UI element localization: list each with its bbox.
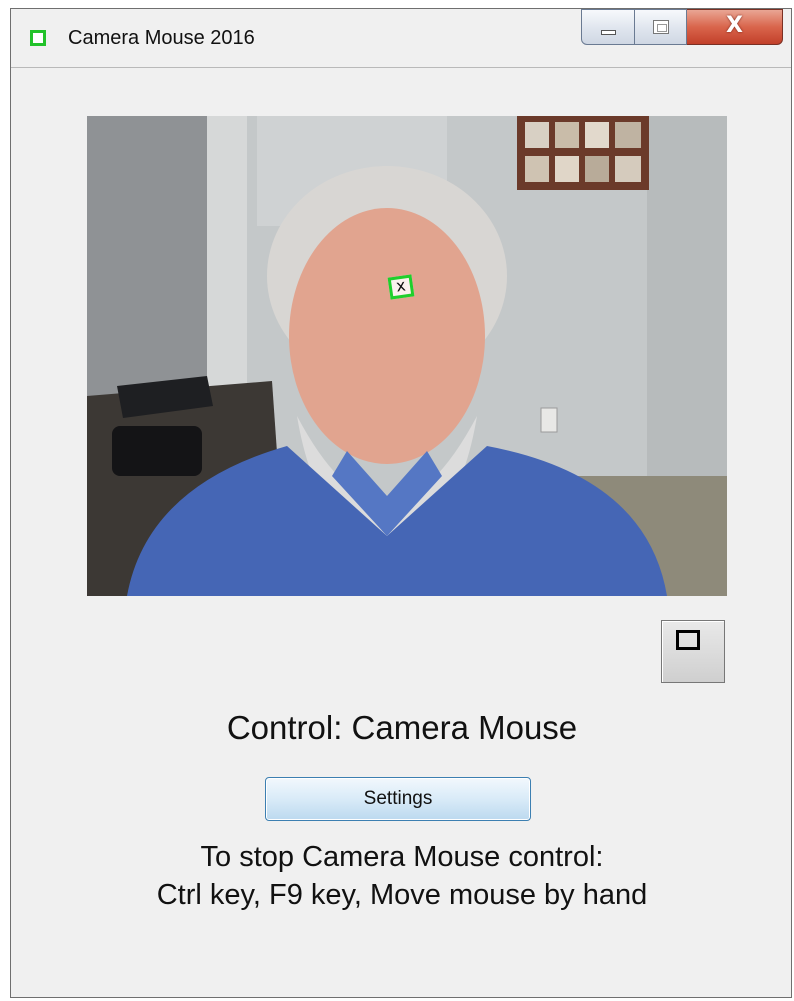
minimize-icon [601,30,616,35]
stop-hint-line-1: To stop Camera Mouse control: [200,841,604,873]
app-icon [30,30,46,46]
close-button[interactable]: X [687,9,783,45]
control-status-label: Control: Camera Mouse [226,709,578,746]
tracking-point: x [387,274,415,300]
window-title: Camera Mouse 2016 [68,27,255,49]
app-window: Camera Mouse 2016 X x Control: Camera Mo… [10,8,792,998]
camera-scene [87,116,727,596]
square-icon [676,630,700,650]
camera-video-feed[interactable]: x [87,116,727,596]
minimize-button[interactable] [581,9,635,45]
maximize-button[interactable] [635,9,687,45]
maximize-icon [653,20,669,34]
title-bar[interactable]: Camera Mouse 2016 X [11,9,791,68]
caption-buttons: X [581,9,783,45]
video-toggle-button[interactable] [661,620,725,683]
close-icon: X [726,13,743,38]
stop-hint-line-2: Ctrl key, F9 key, Move mouse by hand [156,879,648,911]
tracking-x-mark: x [394,275,407,296]
settings-button[interactable]: Settings [265,777,531,821]
